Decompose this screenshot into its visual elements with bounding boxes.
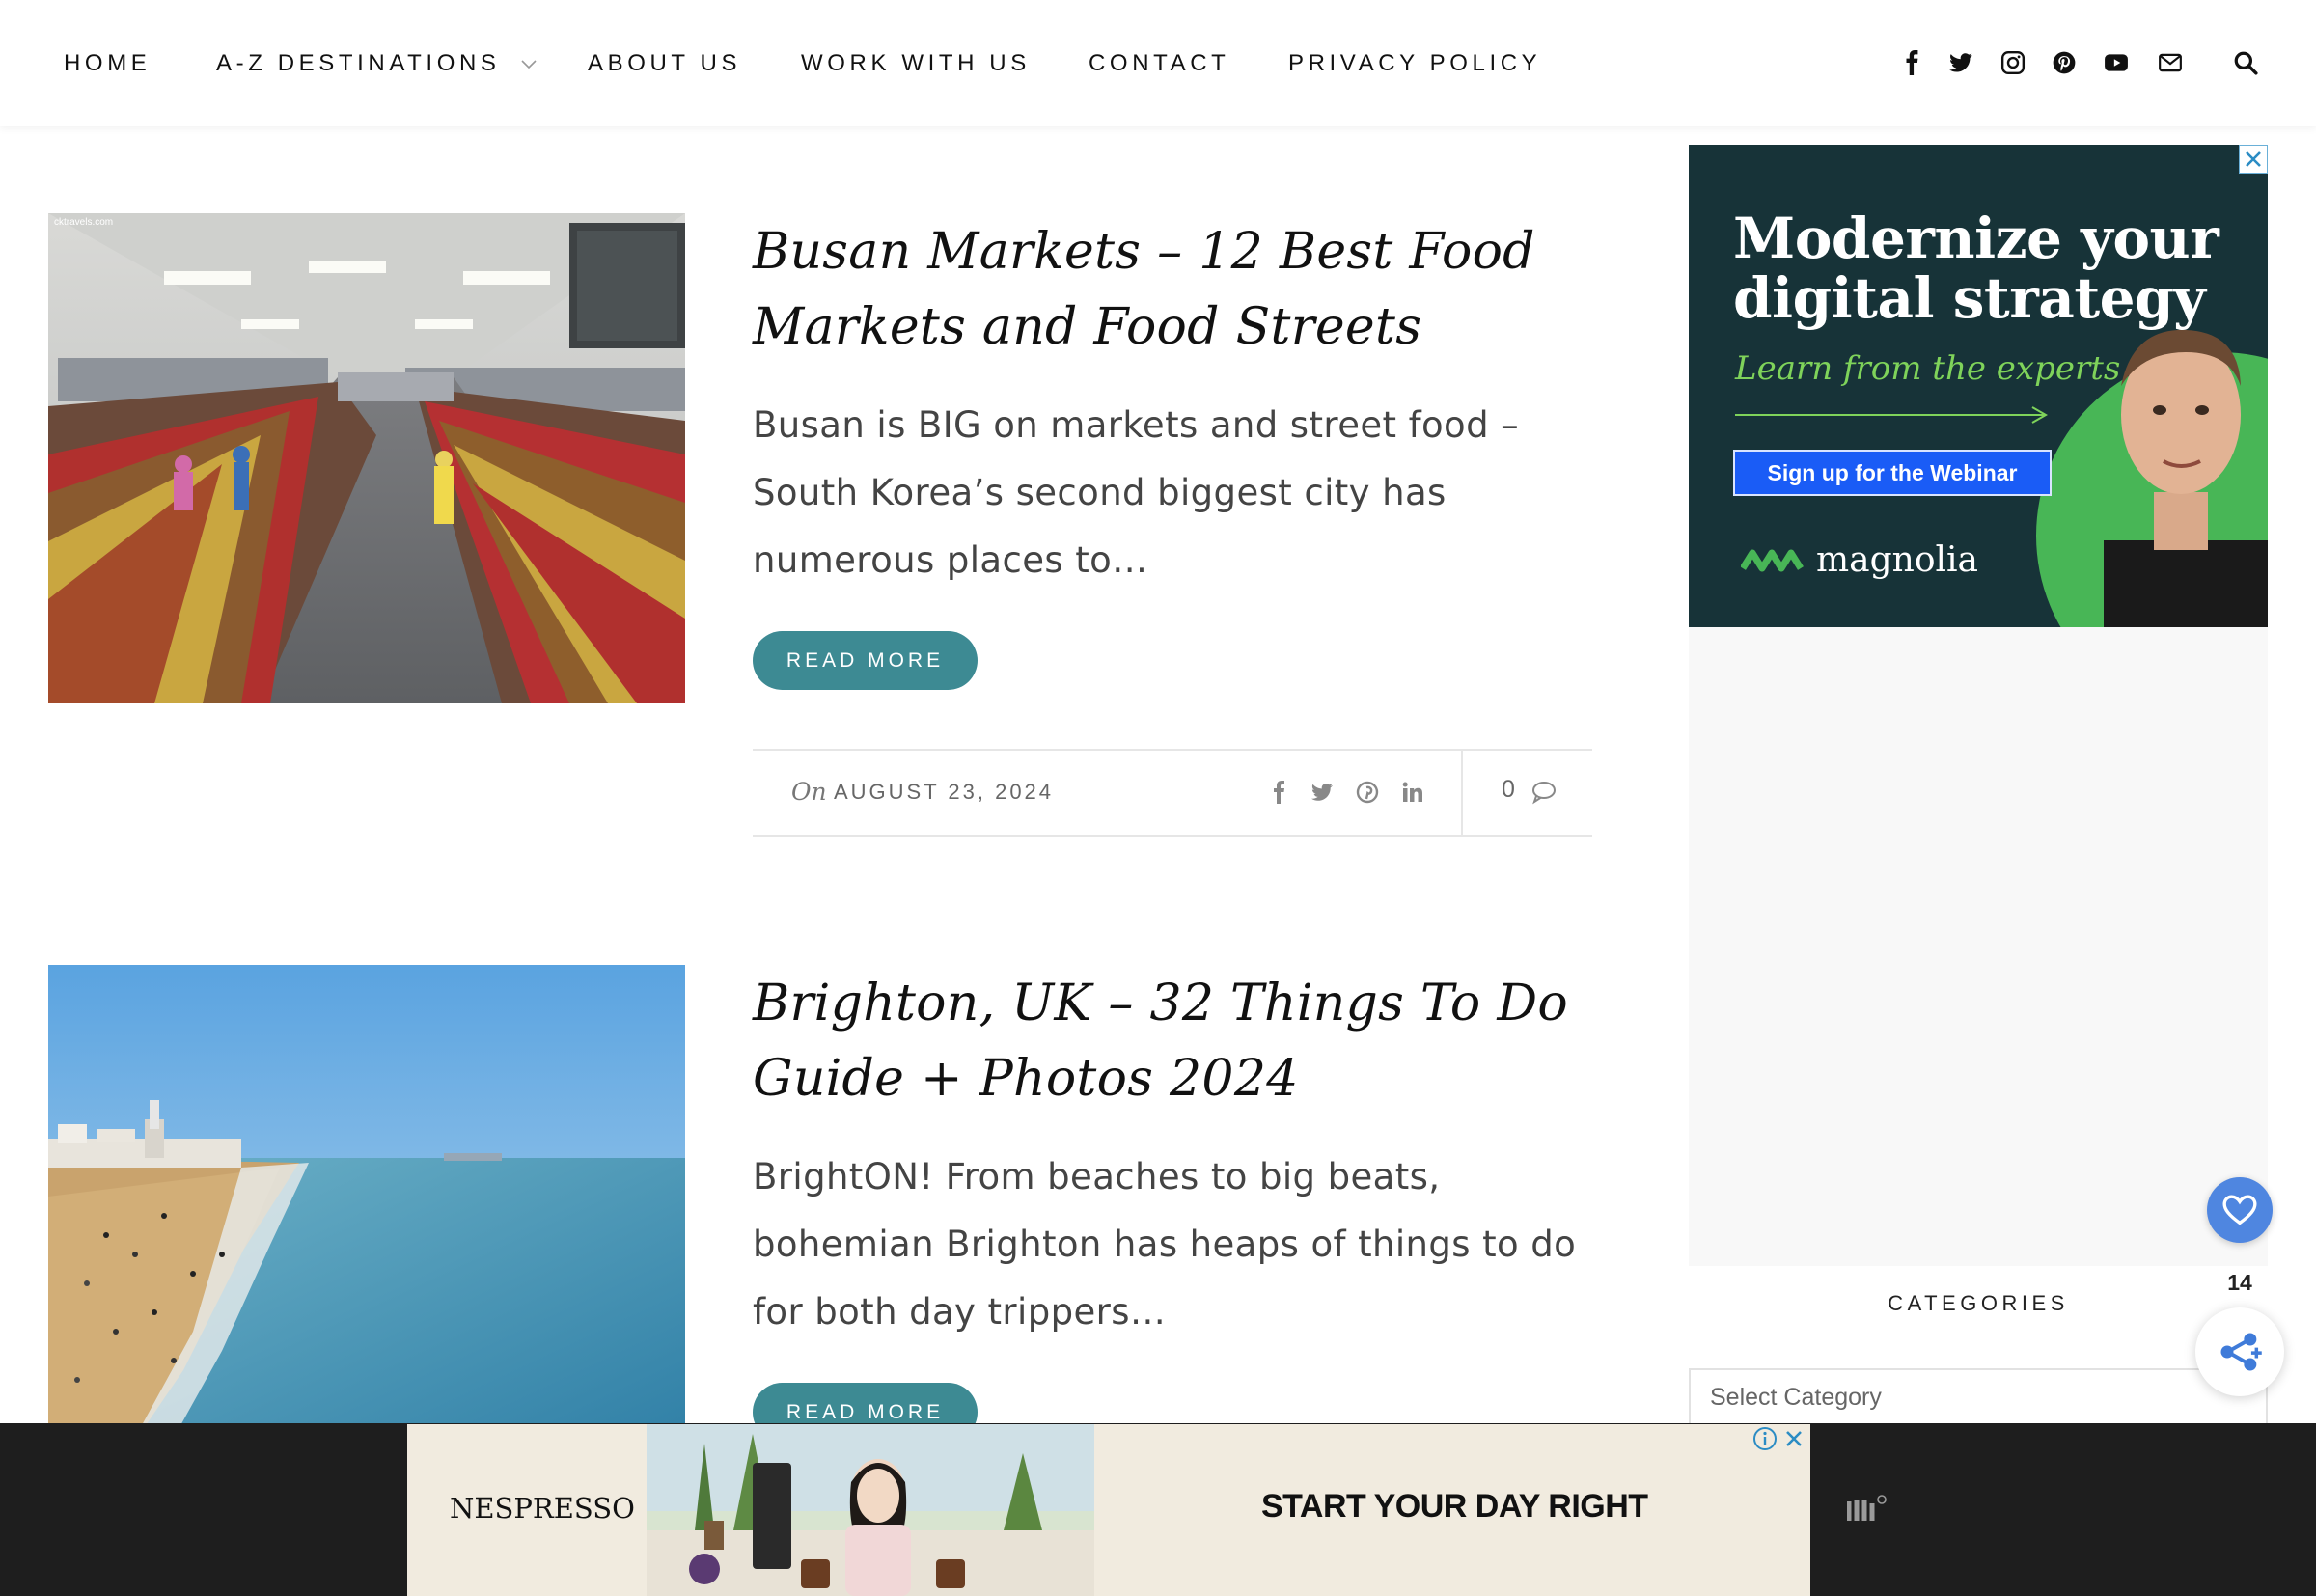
linkedin-icon[interactable] (1398, 778, 1427, 807)
nav-about[interactable]: ABOUT US (588, 50, 741, 77)
ad-brand-logo: magnolia (1741, 540, 1978, 580)
arrow-right-icon (1735, 406, 2049, 424)
search-icon[interactable] (2229, 46, 2262, 79)
chevron-down-icon (521, 60, 537, 69)
busan-market-photo: cktravels.com (48, 213, 685, 703)
meta-prefix: On (791, 778, 827, 806)
post-title[interactable]: Busan Markets – 12 Best Food Markets and… (753, 214, 1583, 365)
ad-tagline: START YOUR DAY RIGHT (1261, 1488, 1648, 1525)
image-watermark: cktravels.com (54, 217, 113, 228)
nav-work-with-us[interactable]: WORK WITH US (801, 50, 1031, 77)
facebook-icon[interactable] (1265, 778, 1294, 807)
facebook-icon[interactable] (1896, 46, 1929, 79)
comment-icon[interactable] (1530, 778, 1558, 807)
share-count: 14 (2227, 1270, 2252, 1295)
top-navigation: HOME A-Z DESTINATIONS ABOUT US WORK WITH… (0, 0, 2316, 126)
nav-home[interactable]: HOME (64, 50, 151, 77)
ad-product-photo (647, 1424, 1094, 1596)
magnolia-logo-icon (1741, 549, 1804, 571)
heart-icon[interactable] (2207, 1177, 2273, 1243)
ad-brand-logo: NESPRESSO (450, 1492, 635, 1525)
post-date: AUGUST 23, 2024 (834, 780, 1055, 804)
pinterest-icon[interactable] (1353, 778, 1382, 807)
twitter-icon[interactable] (1944, 46, 1977, 79)
instagram-icon[interactable] (1997, 46, 2029, 79)
categories-heading: CATEGORIES (1888, 1291, 2069, 1315)
pinterest-icon[interactable] (2048, 46, 2081, 79)
info-icon[interactable] (1752, 1426, 1778, 1456)
ad-subline: Learn from the experts (1735, 349, 2121, 388)
watermark-logo-icon (1846, 1494, 1889, 1527)
post-meta-bar: On AUGUST 23, 2024 0 (753, 749, 1592, 837)
brighton-beach-photo (48, 965, 685, 1455)
ad-webinar-button[interactable]: Sign up for the Webinar (1733, 450, 2052, 496)
post-excerpt: Busan is BIG on markets and street food … (753, 404, 1520, 581)
comment-count[interactable]: 0 (1502, 776, 1515, 804)
nav-contact[interactable]: CONTACT (1089, 50, 1229, 77)
post-excerpt: BrightON! From beaches to big beats, boh… (753, 1156, 1577, 1333)
sidebar-ad[interactable]: Modernize your digital strategy Learn fr… (1689, 145, 2268, 627)
nav-destinations-label: A-Z DESTINATIONS (216, 50, 501, 76)
nav-privacy-policy[interactable]: PRIVACY POLICY (1288, 50, 1541, 77)
post-image-busan-market[interactable]: cktravels.com (48, 213, 685, 703)
twitter-icon[interactable] (1308, 778, 1337, 807)
ad-headline: Modernize your digital strategy (1733, 206, 2220, 331)
ad-close-icon[interactable] (1781, 1426, 1806, 1456)
ad-brand-name: magnolia (1816, 540, 1978, 580)
share-icon[interactable] (2195, 1307, 2284, 1396)
category-select[interactable]: Select Category (1689, 1368, 2268, 1426)
post-image-brighton-beach[interactable] (48, 965, 685, 1455)
read-more-button[interactable]: READ MORE (753, 631, 978, 690)
post-title[interactable]: Brighton, UK – 32 Things To Do Guide + P… (753, 966, 1583, 1116)
meta-divider (1461, 751, 1463, 835)
ad-close-icon[interactable] (2239, 145, 2268, 174)
email-icon[interactable] (2154, 46, 2187, 79)
bottom-ad[interactable]: NESPRESSO START YOUR DAY RIGHT (407, 1424, 1810, 1596)
nav-destinations[interactable]: A-Z DESTINATIONS (216, 50, 537, 77)
youtube-icon[interactable] (2100, 46, 2133, 79)
